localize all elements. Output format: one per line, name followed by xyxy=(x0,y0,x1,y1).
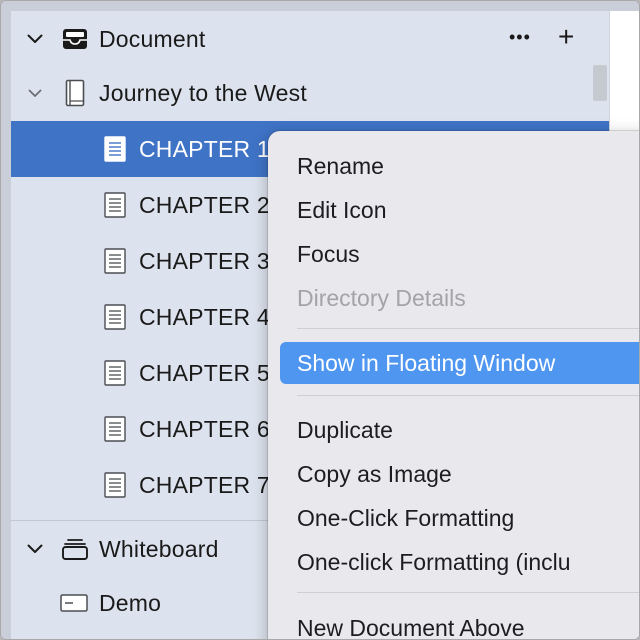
tree-item-label: CHAPTER 4 xyxy=(139,303,270,330)
menu-separator xyxy=(297,395,639,396)
menu-separator xyxy=(297,328,639,329)
chevron-down-icon[interactable] xyxy=(25,539,45,559)
tree-item-book[interactable]: Journey to the West xyxy=(11,65,609,121)
document-icon xyxy=(104,135,126,163)
tree-item-label: CHAPTER 7 xyxy=(139,471,270,498)
more-options-icon[interactable]: ••• xyxy=(509,27,531,48)
menu-item-rename[interactable]: Rename xyxy=(280,145,639,187)
scrollbar-thumb[interactable] xyxy=(593,65,607,101)
tree-item-label: CHAPTER 6 xyxy=(139,415,270,442)
app-window: Document ••• + Journey to the West CHAPT… xyxy=(0,0,640,640)
tree-item-label: CHAPTER 5 xyxy=(139,359,270,386)
stack-icon xyxy=(61,535,89,563)
group-header-document[interactable]: Document ••• + xyxy=(11,11,609,67)
document-icon xyxy=(104,471,126,499)
menu-separator xyxy=(297,592,639,593)
book-icon xyxy=(63,78,87,108)
menu-item-edit-icon[interactable]: Edit Icon xyxy=(280,189,639,231)
menu-item-focus[interactable]: Focus xyxy=(280,233,639,275)
menu-item-directory-details: Directory Details xyxy=(297,284,466,311)
tree-item-label: CHAPTER 3 xyxy=(139,247,270,274)
document-icon xyxy=(104,359,126,387)
tree-item-label: Demo xyxy=(99,589,162,616)
window-left-edge xyxy=(1,1,11,639)
add-icon[interactable]: + xyxy=(558,21,575,53)
tree-item-label: Journey to the West xyxy=(99,79,307,106)
window-top-edge xyxy=(1,1,639,11)
document-icon xyxy=(104,191,126,219)
tray-icon xyxy=(61,25,89,53)
menu-item-one-click-formatting[interactable]: One-Click Formatting xyxy=(280,497,639,539)
context-menu: Rename Edit Icon Focus Directory Details… xyxy=(268,131,639,640)
menu-item-duplicate[interactable]: Duplicate xyxy=(280,409,639,451)
group-label-document: Document xyxy=(99,25,206,52)
menu-item-new-document-above[interactable]: New Document Above xyxy=(280,607,639,640)
menu-item-one-click-formatting-including[interactable]: One-click Formatting (inclu xyxy=(280,541,639,583)
tree-item-label: CHAPTER 2 xyxy=(139,191,270,218)
document-icon xyxy=(104,303,126,331)
document-icon xyxy=(104,415,126,443)
tree-item-label: CHAPTER 1 xyxy=(139,135,270,162)
document-icon xyxy=(104,247,126,275)
chevron-down-icon[interactable] xyxy=(25,83,45,103)
board-icon xyxy=(59,591,89,615)
group-label-whiteboard: Whiteboard xyxy=(99,535,219,562)
menu-item-show-in-floating-window[interactable]: Show in Floating Window xyxy=(280,342,639,384)
menu-item-copy-as-image[interactable]: Copy as Image xyxy=(280,453,639,495)
chevron-down-icon[interactable] xyxy=(25,29,45,49)
